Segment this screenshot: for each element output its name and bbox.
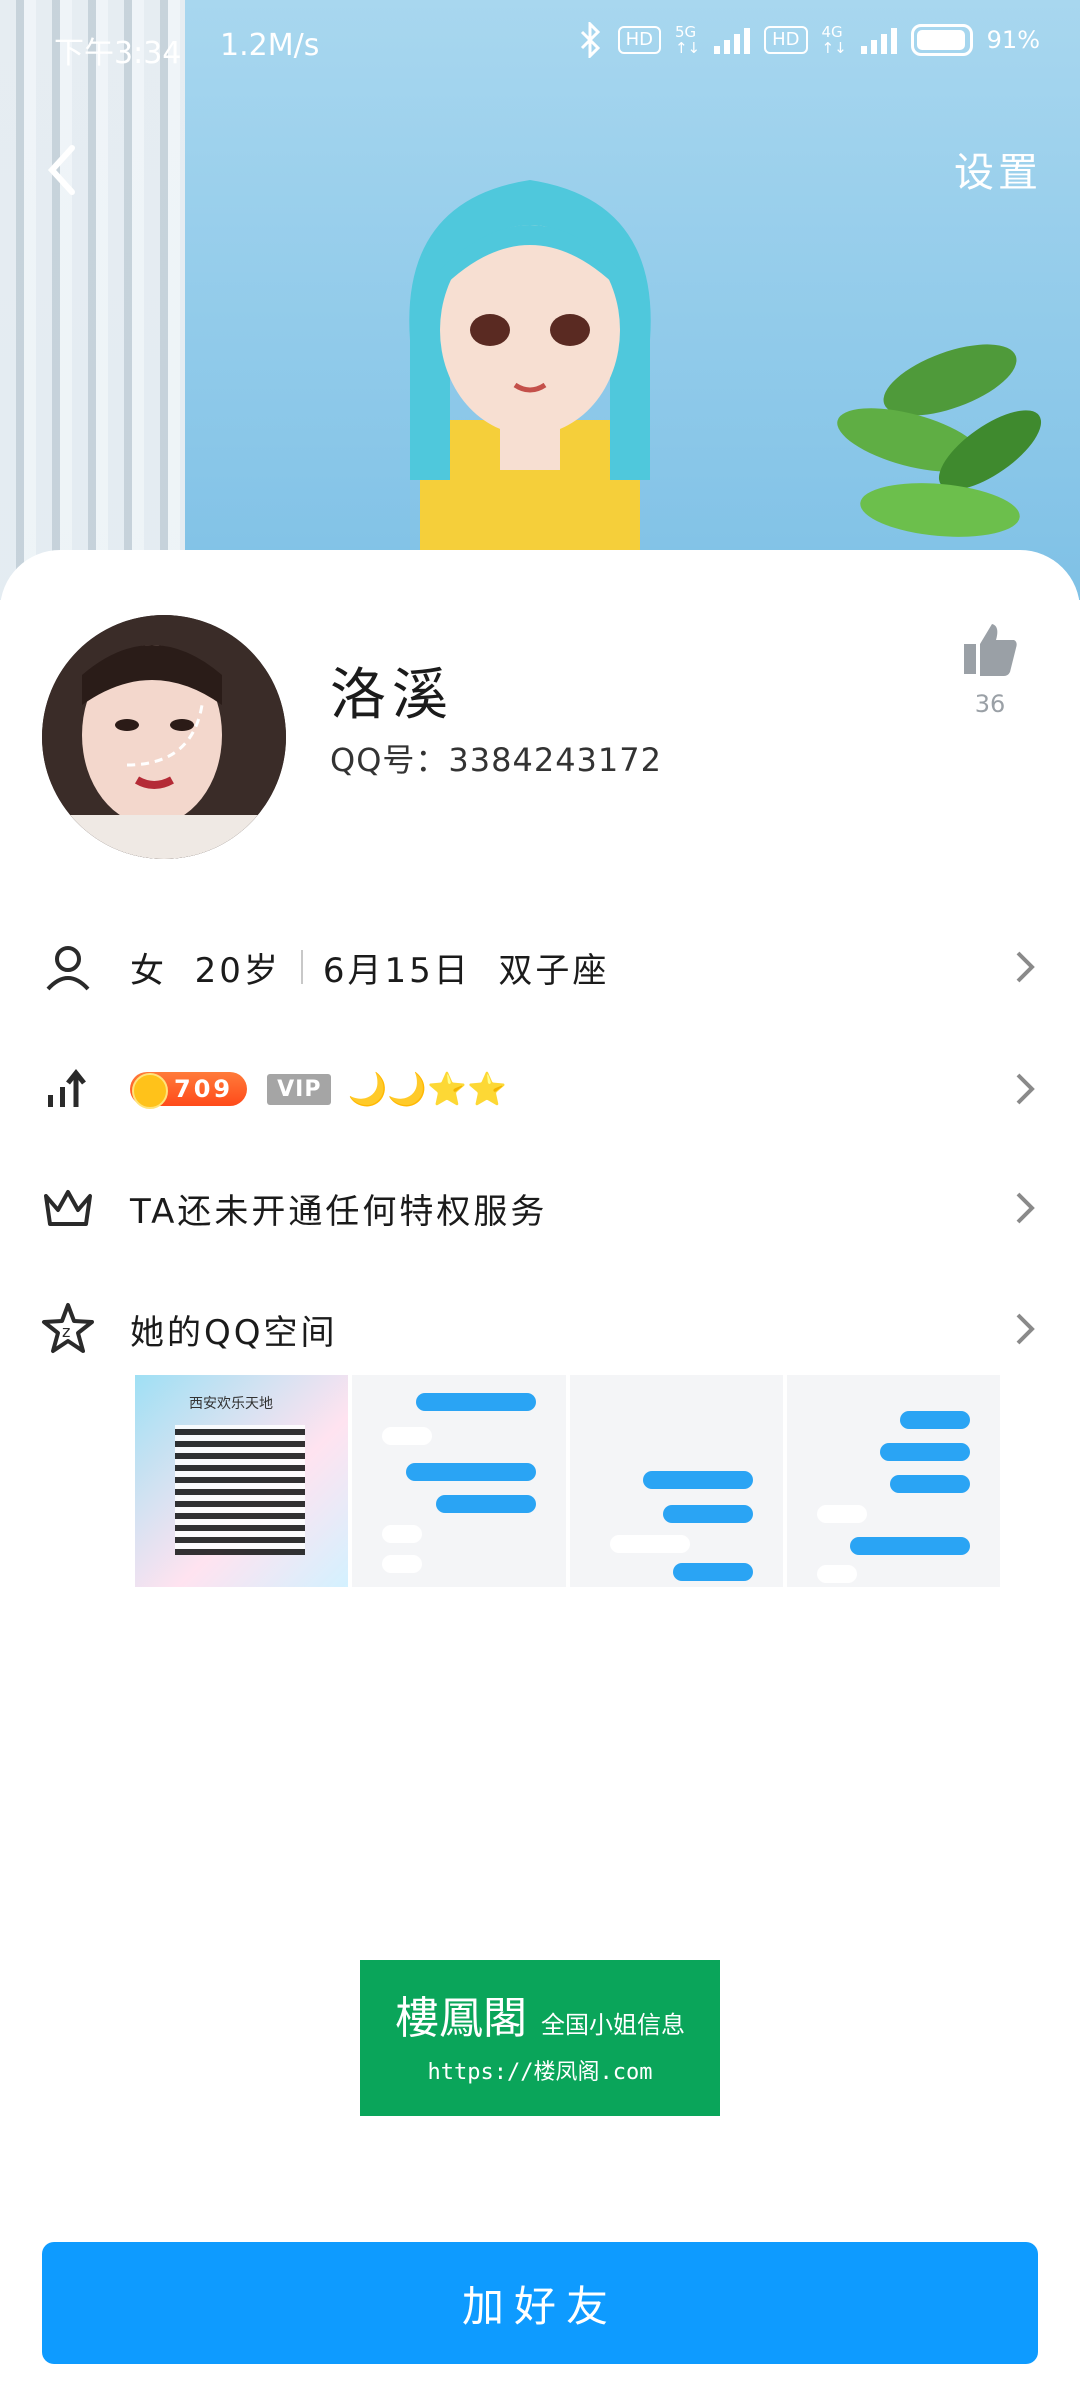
qq-label: QQ号：	[330, 741, 449, 779]
divider	[300, 950, 303, 984]
chevron-right-icon	[1016, 1313, 1035, 1345]
status-bar: 下午3:34 1.2M/s HD 5G ↑↓ HD 4G ↑↓ 91%	[0, 0, 1080, 96]
level-badge: 709	[130, 1072, 248, 1109]
like-count: 36	[974, 690, 1006, 718]
crown-icon	[44, 1190, 92, 1226]
status-time: 下午3:34	[54, 36, 182, 71]
basic-info-row[interactable]: 女 20岁 6月15日 双子座	[0, 912, 1080, 1022]
battery-icon	[910, 24, 973, 56]
chevron-right-icon	[1016, 1073, 1035, 1105]
gender: 女	[130, 950, 167, 991]
qq-number-line: QQ号：3384243172	[330, 735, 662, 781]
birthday: 6月15日	[322, 950, 471, 991]
level-chart-icon	[48, 1068, 86, 1107]
basic-info-text: 女 20岁 6月15日 双子座	[130, 943, 609, 992]
signal-icon-1	[714, 26, 751, 54]
back-button[interactable]	[40, 140, 90, 200]
svg-text:z: z	[62, 1322, 70, 1341]
qzone-photo-4[interactable]	[786, 1375, 1000, 1587]
settings-button[interactable]: 设置	[954, 140, 1042, 198]
qr-code-image	[175, 1425, 305, 1555]
network-type-1: 5G ↑↓	[674, 23, 701, 57]
level-icons: 🌙🌙⭐⭐	[347, 1070, 507, 1108]
privilege-row[interactable]: TA还未开通任何特权服务	[0, 1153, 1080, 1263]
add-friend-button[interactable]: 加好友	[42, 2242, 1038, 2364]
status-icons: HD 5G ↑↓ HD 4G ↑↓ 91%	[578, 22, 1040, 58]
photo-caption: 西安欢乐天地	[189, 1396, 273, 1412]
person-icon	[46, 946, 90, 991]
level-badges: 709 VIP 🌙🌙⭐⭐	[130, 1070, 507, 1109]
cover-plant	[837, 344, 1042, 537]
thumbs-up-icon	[964, 624, 1017, 676]
star-icon: z	[42, 1303, 94, 1353]
cover-avatar-illustration	[409, 180, 651, 560]
battery-percent: 91%	[986, 26, 1040, 54]
qzone-photos: 西安欢乐天地	[135, 1375, 1000, 1587]
qzone-row[interactable]: z 她的QQ空间	[0, 1274, 1080, 1384]
nickname: 洛溪	[330, 663, 454, 728]
ad-subtitle: 全国小姐信息	[541, 2011, 685, 2039]
avatar-photo	[42, 615, 286, 859]
qzone-photo-3[interactable]	[569, 1375, 783, 1587]
ad-banner[interactable]: 樓鳳閣 全国小姐信息 https://楼凤阁.com	[360, 1960, 720, 2116]
vip-badge: VIP	[267, 1073, 332, 1105]
network-type-2: 4G ↑↓	[821, 23, 847, 57]
chevron-right-icon	[1016, 1192, 1035, 1224]
qq-number[interactable]: 3384243172	[448, 741, 662, 779]
qzone-text: 她的QQ空间	[130, 1312, 338, 1353]
age: 20岁	[194, 950, 281, 991]
ad-title: 樓鳳閣 全国小姐信息	[395, 1993, 685, 2044]
zodiac: 双子座	[498, 950, 610, 991]
ad-url: https://楼凤阁.com	[427, 2060, 653, 2085]
hd-badge-2: HD	[764, 26, 808, 54]
bluetooth-icon	[580, 22, 600, 58]
chevron-left-icon	[47, 145, 75, 195]
hd-badge-1: HD	[617, 26, 661, 54]
like-button[interactable]: 36	[955, 620, 1025, 718]
chevron-right-icon	[1016, 951, 1035, 983]
avatar[interactable]	[42, 615, 286, 859]
signal-icon-2	[860, 26, 897, 54]
qzone-photo-1[interactable]: 西安欢乐天地	[135, 1375, 349, 1587]
level-row[interactable]: 709 VIP 🌙🌙⭐⭐	[0, 1034, 1080, 1144]
network-speed: 1.2M/s	[220, 28, 320, 63]
privilege-text: TA还未开通任何特权服务	[130, 1191, 548, 1232]
qzone-photo-2[interactable]	[352, 1375, 566, 1587]
